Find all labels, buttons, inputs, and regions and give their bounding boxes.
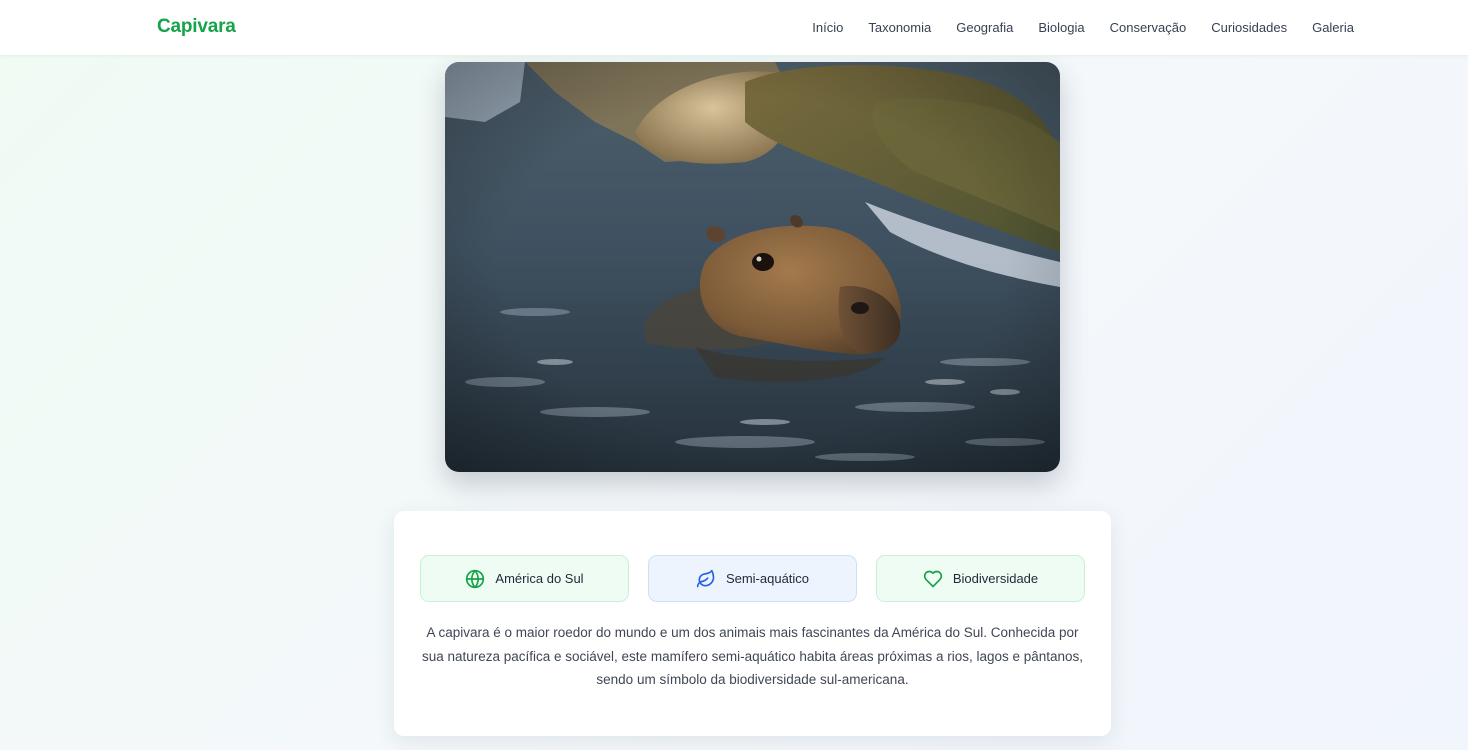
leaf-icon (696, 569, 716, 589)
nav-item: Geografia (956, 19, 1013, 37)
nav-item: Curiosidades (1211, 19, 1287, 37)
tag-biodiversity: Biodiversidade (876, 555, 1085, 602)
description-text: A capivara é o maior roedor do mundo e u… (421, 625, 1084, 687)
nav-item: Galeria (1312, 19, 1354, 37)
tag-semi-aquatic: Semi-aquático (648, 555, 857, 602)
heart-icon (923, 569, 943, 589)
nav-link-geografia[interactable]: Geografia (956, 20, 1013, 35)
nav-link-taxonomia[interactable]: Taxonomia (868, 20, 931, 35)
info-card: América do Sul Semi-aquático Biodiversid… (394, 511, 1111, 736)
brand-logo[interactable]: Capivara (157, 16, 236, 38)
nav-link-conservacao[interactable]: Conservação (1110, 20, 1187, 35)
nav-link-galeria[interactable]: Galeria (1312, 20, 1354, 35)
tag-label: Biodiversidade (952, 571, 1039, 586)
navbar: Capivara Início Taxonomia Geografia Biol… (0, 0, 1468, 56)
nav-link-biologia[interactable]: Biologia (1038, 20, 1084, 35)
nav-item: Taxonomia (868, 19, 931, 37)
hero-image (445, 62, 1060, 472)
nav-item: Biologia (1038, 19, 1084, 37)
tag-label: América do Sul (495, 571, 584, 586)
nav-menu: Início Taxonomia Geografia Biologia Cons… (812, 19, 1354, 37)
feature-tags: América do Sul Semi-aquático Biodiversid… (420, 555, 1085, 602)
tag-south-america: América do Sul (420, 555, 629, 602)
nav-item: Início (812, 19, 843, 37)
nav-link-curiosidades[interactable]: Curiosidades (1211, 20, 1287, 35)
capybara-photo (445, 62, 1060, 472)
globe-icon (465, 569, 485, 589)
tag-label: Semi-aquático (725, 571, 810, 586)
nav-link-inicio[interactable]: Início (812, 20, 843, 35)
nav-item: Conservação (1110, 19, 1187, 37)
